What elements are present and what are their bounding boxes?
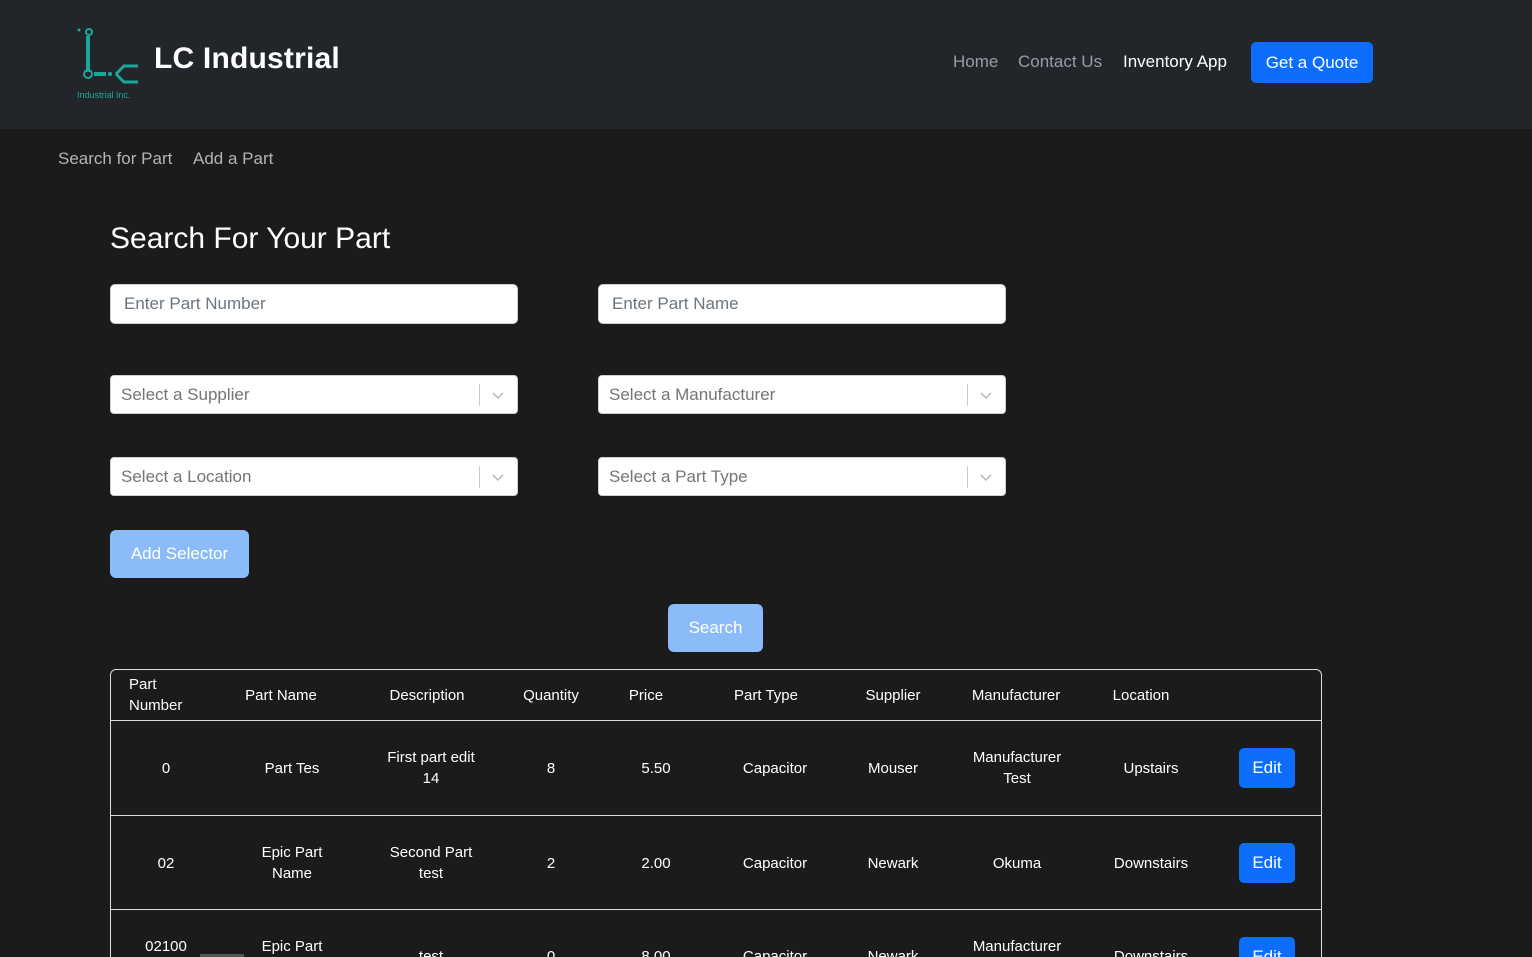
cell-part-number: 02100 xyxy=(145,938,187,955)
cell-supplier: Mouser xyxy=(867,759,919,777)
cell-description: Second Part test xyxy=(389,844,473,882)
manufacturer-select[interactable]: Select a Manufacturer xyxy=(598,375,1006,414)
supplier-select-placeholder: Select a Supplier xyxy=(121,385,250,404)
cell-part-number: 02 xyxy=(157,854,175,872)
cell-part-type: Capacitor xyxy=(742,948,808,957)
part-number-input[interactable] xyxy=(110,284,518,324)
select-separator xyxy=(967,384,968,406)
page-title: Search For Your Part xyxy=(110,222,391,255)
location-select[interactable]: Select a Location xyxy=(110,457,518,496)
subnav-add-part-link[interactable]: Add a Part xyxy=(193,149,273,169)
brand-name[interactable]: LC Industrial xyxy=(154,42,340,76)
parts-table: Part Number Part Name Description Quanti… xyxy=(110,669,1322,957)
supplier-select[interactable]: Select a Supplier xyxy=(110,375,518,414)
row-divider xyxy=(111,815,1321,816)
nav-contact-link[interactable]: Contact Us xyxy=(1018,52,1102,72)
cell-location: Downstairs xyxy=(1113,854,1189,872)
cell-description: test xyxy=(418,948,444,957)
column-header-location: Location xyxy=(1112,686,1170,704)
cell-supplier: Newark xyxy=(867,854,919,872)
part-name-input[interactable] xyxy=(598,284,1006,324)
column-header-part-number: Part Number xyxy=(129,676,183,714)
select-separator xyxy=(479,384,480,406)
cell-price: 5.50 xyxy=(641,759,671,777)
cell-price: 2.00 xyxy=(641,854,671,872)
part-type-select[interactable]: Select a Part Type xyxy=(598,457,1006,496)
cell-quantity: 0 xyxy=(546,948,556,957)
cell-quantity: 2 xyxy=(546,854,556,872)
column-header-part-name: Part Name xyxy=(245,686,317,704)
column-header-description: Description xyxy=(389,686,465,704)
cell-manufacturer: Okuma xyxy=(992,854,1042,872)
edit-button[interactable]: Edit xyxy=(1239,748,1295,788)
chevron-down-icon[interactable] xyxy=(979,388,993,402)
chevron-down-icon[interactable] xyxy=(491,470,505,484)
column-header-supplier: Supplier xyxy=(865,686,921,704)
cell-quantity: 8 xyxy=(546,759,556,777)
chevron-down-icon[interactable] xyxy=(979,470,993,484)
column-header-manufacturer: Manufacturer xyxy=(971,686,1061,704)
select-separator xyxy=(479,466,480,488)
cell-manufacturer: Manufacturer xyxy=(972,938,1062,955)
column-header-price: Price xyxy=(628,686,664,704)
add-selector-button[interactable]: Add Selector xyxy=(110,530,249,578)
top-navbar: Industrial Inc. LC Industrial Home Conta… xyxy=(0,0,1532,129)
nav-home-link[interactable]: Home xyxy=(953,52,998,72)
part-type-select-placeholder: Select a Part Type xyxy=(609,467,748,486)
cell-description: First part edit 14 xyxy=(387,749,475,787)
company-logo[interactable]: Industrial Inc. xyxy=(72,26,144,102)
edit-button[interactable]: Edit xyxy=(1239,843,1295,883)
cell-supplier: Newark xyxy=(867,948,919,957)
row-divider xyxy=(111,909,1321,910)
cell-location: Upstairs xyxy=(1123,759,1179,777)
column-header-quantity: Quantity xyxy=(523,686,579,704)
cell-part-type: Capacitor xyxy=(742,759,808,777)
subnav-search-link[interactable]: Search for Part xyxy=(58,149,172,169)
search-button[interactable]: Search xyxy=(668,604,763,652)
cell-manufacturer: Manufacturer Test xyxy=(972,749,1062,787)
cell-part-name: Epic Part Name xyxy=(261,844,323,882)
cell-part-name: Part Tes xyxy=(264,759,320,777)
logo-caption: Industrial Inc. xyxy=(77,90,131,100)
cell-location: Downstairs xyxy=(1113,948,1189,957)
column-header-part-type: Part Type xyxy=(734,686,798,704)
chevron-down-icon[interactable] xyxy=(491,388,505,402)
cell-part-number: 0 xyxy=(161,759,171,777)
get-quote-button[interactable]: Get a Quote xyxy=(1251,42,1373,83)
manufacturer-select-placeholder: Select a Manufacturer xyxy=(609,385,776,404)
cell-price: 8.00 xyxy=(641,948,671,957)
nav-inventory-link[interactable]: Inventory App xyxy=(1123,52,1227,72)
cell-part-type: Capacitor xyxy=(742,854,808,872)
header-divider xyxy=(111,720,1321,721)
location-select-placeholder: Select a Location xyxy=(121,467,252,486)
cell-part-name: Epic Part xyxy=(261,938,323,955)
edit-button[interactable]: Edit xyxy=(1239,937,1295,957)
select-separator xyxy=(967,466,968,488)
